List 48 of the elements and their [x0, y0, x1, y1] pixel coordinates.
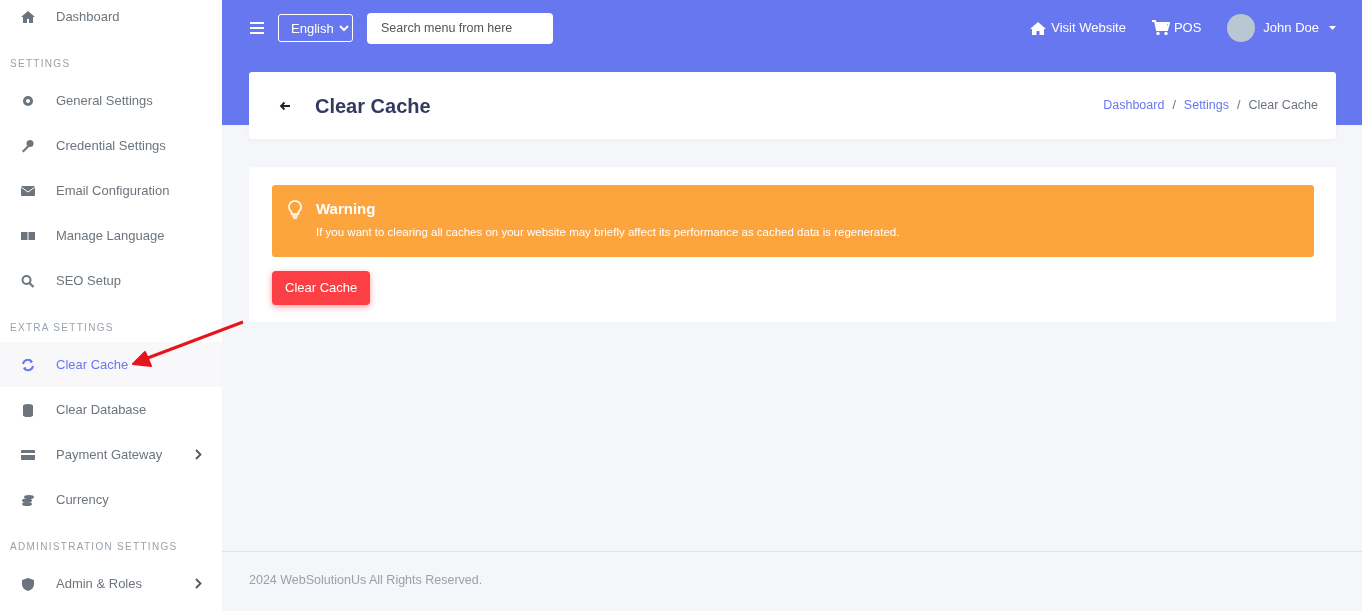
page-title: Clear Cache [315, 93, 431, 118]
sidebar-section-heading: SETTINGS [10, 58, 71, 69]
envelope-icon [20, 183, 36, 198]
sidebar-item[interactable]: Payment Gateway [0, 432, 222, 477]
cart-icon [1151, 20, 1170, 36]
refresh-icon [20, 357, 36, 372]
footer-text: 2024 WebSolutionUs All Rights Reserved. [249, 573, 483, 587]
breadcrumb-current: Clear Cache [1248, 97, 1318, 115]
search-icon [20, 273, 36, 288]
breadcrumb-link[interactable]: Dashboard [1103, 96, 1165, 115]
gear-icon [20, 93, 36, 108]
navbar-link[interactable]: POS [1151, 18, 1202, 38]
user-menu[interactable]: John Doe [1227, 14, 1336, 42]
sidebar-item[interactable]: Clear Database [0, 387, 222, 432]
sidebar-item[interactable]: Currency [0, 477, 222, 522]
sidebar-item[interactable]: Credential Settings [0, 123, 222, 168]
chevron-right-icon [195, 578, 202, 589]
language-select[interactable]: English [278, 14, 353, 42]
coins-icon [20, 492, 36, 507]
breadcrumb-separator: / [1172, 97, 1176, 115]
breadcrumb-separator: / [1237, 97, 1241, 115]
sidebar-section-heading: ADMINISTRATION SETTINGS [10, 541, 178, 552]
sidebar-item[interactable]: Admin & Roles [0, 561, 222, 606]
breadcrumb-link[interactable]: Settings [1183, 96, 1230, 115]
lightbulb-icon [288, 200, 302, 219]
sidebar-item[interactable]: SEO Setup [0, 258, 222, 303]
navbar-link[interactable]: Visit Website [1029, 18, 1126, 38]
search-field[interactable]: Search menu from here [367, 12, 553, 44]
shield-icon [20, 576, 36, 591]
sidebar-section-heading: EXTRA SETTINGS [10, 322, 114, 333]
database-icon [20, 402, 36, 417]
sidebar-item[interactable]: General Settings [0, 78, 222, 123]
home-icon [20, 9, 36, 24]
house-icon [1029, 20, 1048, 36]
sidebar-item[interactable]: Clear Cache [0, 342, 222, 387]
alert-message: If you want to clearing all caches on your website may briefly affect its performance as cached data is regenerated. [316, 225, 900, 240]
credit-card-icon [20, 447, 36, 462]
alert-title: Warning [316, 200, 377, 218]
chevron-right-icon [195, 449, 202, 460]
avatar [1227, 14, 1256, 42]
menu-icon[interactable] [250, 22, 264, 34]
sidebar-item[interactable]: Manage Language [0, 213, 222, 258]
sidebar-item[interactable]: Dashboard [0, 0, 222, 39]
sidebar-item[interactable]: Email Configuration [0, 168, 222, 213]
back-arrow-icon[interactable] [279, 100, 291, 111]
caret-icon [1329, 26, 1336, 30]
key-icon [20, 138, 36, 153]
clear-cache-button[interactable]: Clear Cache [272, 271, 371, 305]
